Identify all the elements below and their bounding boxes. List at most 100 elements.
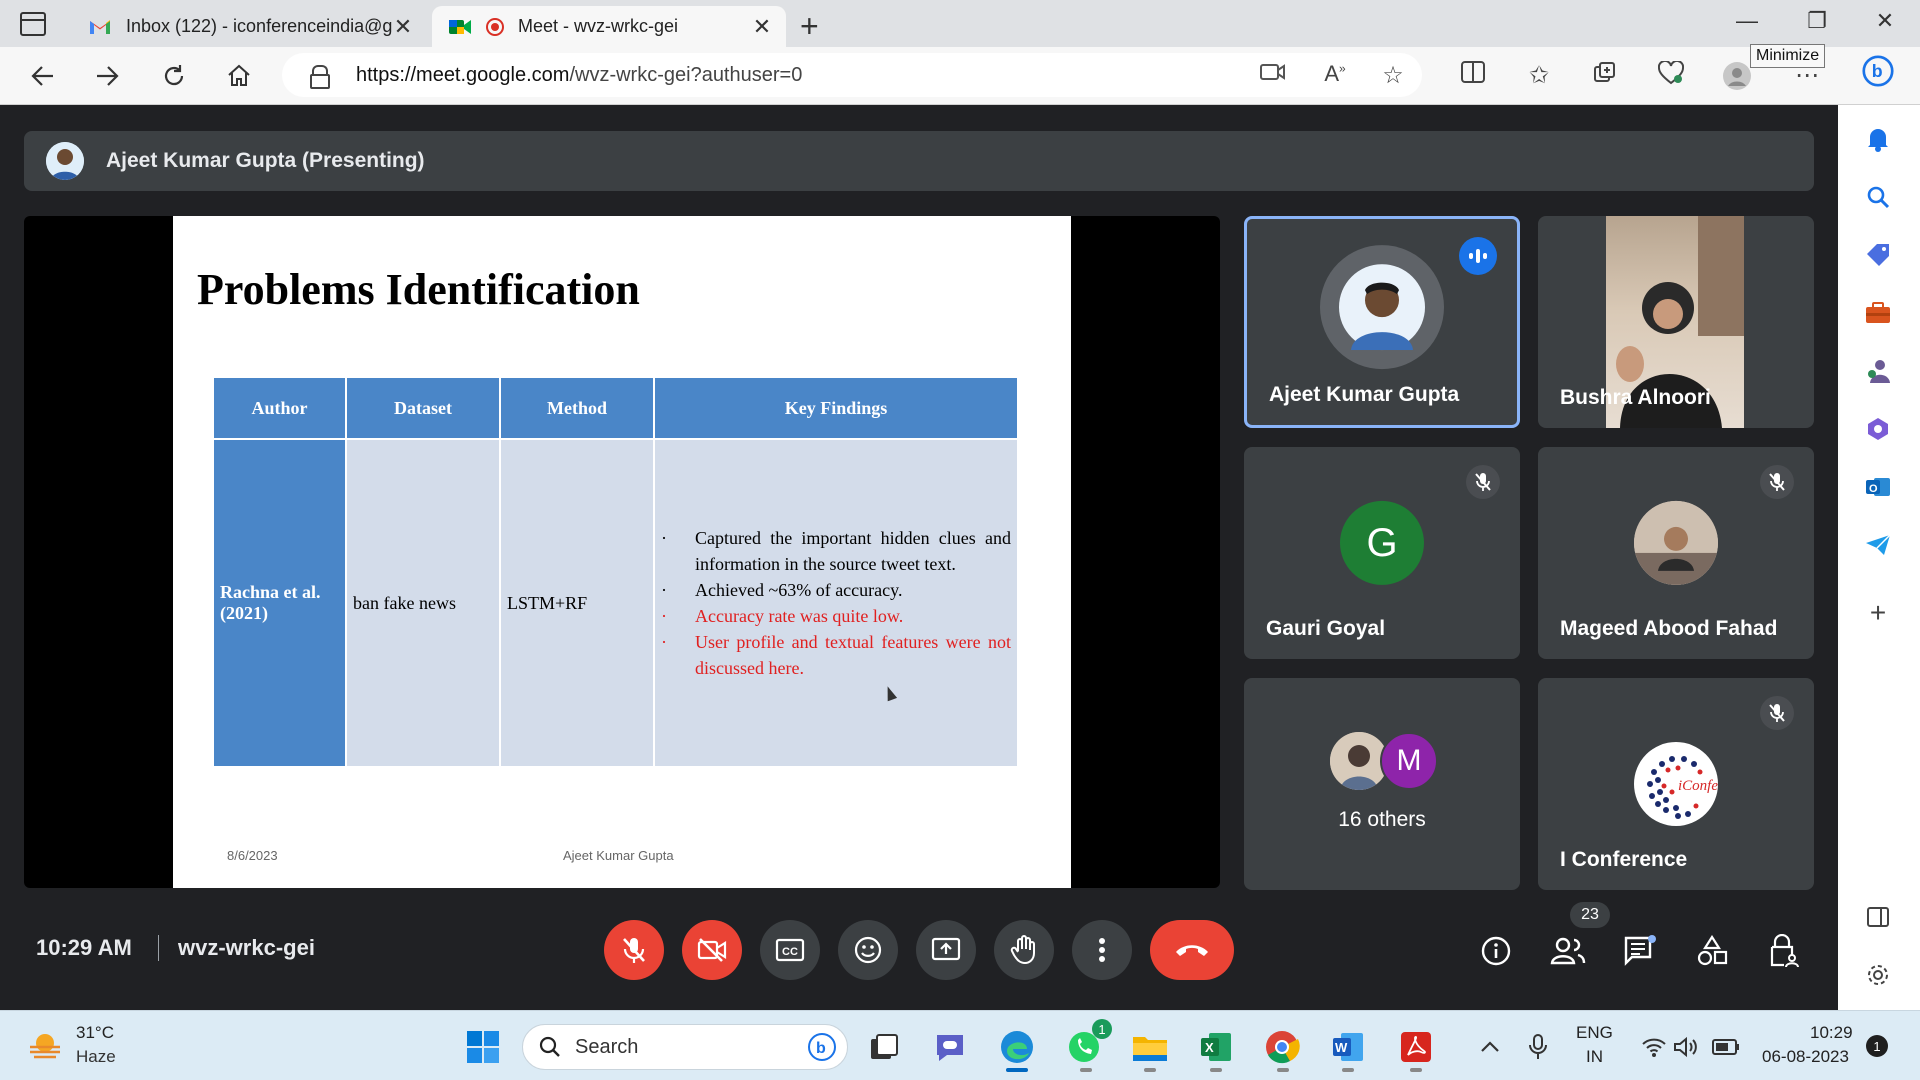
close-window-button[interactable]: ✕ [1870,8,1900,38]
clock-time[interactable]: 10:29 [1810,1023,1853,1043]
participant-tile-mageed[interactable]: Mageed Abood Fahad [1538,447,1814,659]
microsoft-365-icon[interactable] [1862,413,1894,445]
task-view-button[interactable] [864,1027,904,1067]
chrome-app[interactable] [1262,1027,1302,1067]
chevron-up-icon [1481,1041,1499,1052]
meeting-details-button[interactable] [1476,931,1516,971]
teams-chat-app[interactable] [930,1027,970,1067]
notifications-bell-icon[interactable] [1862,123,1894,155]
chrome-icon [1266,1031,1300,1064]
activities-button[interactable] [1692,931,1732,971]
others-count-label: 16 others [1338,808,1426,831]
favorites-icon[interactable]: ✩ [1524,61,1554,90]
clock-date[interactable]: 06-08-2023 [1762,1047,1849,1067]
participant-tile-ajeet[interactable]: Ajeet Kumar Gupta [1244,216,1520,428]
close-tab-icon[interactable]: ✕ [393,14,413,40]
browser-essentials-icon[interactable] [1656,59,1686,92]
back-button[interactable] [26,59,60,93]
participant-count-badge: 23 [1570,902,1610,928]
chat-icon [1624,935,1656,966]
divider [158,935,159,961]
raise-hand-button[interactable] [994,920,1054,980]
games-icon[interactable] [1862,355,1894,387]
edge-sidebar: b O + [1838,55,1920,1010]
volume-icon [1674,1036,1697,1058]
camera-off-icon [697,938,727,962]
table-row: Rachna et al. (2021) ban fake news LSTM+… [212,438,1019,768]
browser-toolbar: https://meet.google.com/wvz-wrkc-gei?aut… [0,47,1920,105]
minimize-button[interactable]: — [1732,8,1762,38]
input-region[interactable]: IN [1586,1047,1603,1067]
slide-date: 8/6/2023 [227,848,278,863]
speaking-indicator-icon [1459,237,1497,275]
file-explorer-app[interactable] [1130,1027,1170,1067]
captions-button[interactable]: CC [760,920,820,980]
weather-condition: Haze [76,1047,116,1066]
microphone-in-use-button[interactable] [1518,1027,1558,1067]
lock-person-icon [1770,934,1799,968]
profile-avatar-icon[interactable] [1722,61,1752,98]
search-icon[interactable] [1862,181,1894,213]
participant-tile-gauri[interactable]: G Gauri Goyal [1244,447,1520,659]
battery-button[interactable] [1706,1027,1746,1067]
lock-icon[interactable] [310,65,330,89]
others-avatar-initial: M [1380,732,1438,790]
host-controls-button[interactable] [1764,931,1804,971]
chat-button[interactable] [1620,931,1660,971]
excel-app[interactable]: X [1196,1027,1236,1067]
forward-button[interactable] [90,59,124,93]
reactions-button[interactable] [838,920,898,980]
microphone-icon [1529,1034,1547,1059]
tools-briefcase-icon[interactable] [1862,297,1894,329]
svg-text:X: X [1205,1040,1214,1055]
show-hidden-icons-button[interactable] [1470,1027,1510,1067]
new-tab-button[interactable]: + [800,8,819,45]
outlook-icon[interactable]: O [1862,471,1894,503]
home-button[interactable] [222,59,256,93]
favorite-star-icon[interactable]: ☆ [1378,61,1408,90]
leave-call-button[interactable] [1150,920,1234,980]
present-now-button[interactable] [916,920,976,980]
bing-copilot-icon[interactable]: b [1862,55,1894,87]
notification-count-badge[interactable]: 1 [1866,1035,1888,1057]
participant-tile-bushra[interactable]: Bushra Alnoori [1538,216,1814,428]
add-sidebar-app-icon[interactable]: + [1862,597,1894,629]
acrobat-app[interactable] [1396,1027,1436,1067]
volume-button[interactable] [1666,1027,1706,1067]
word-app[interactable]: W [1328,1027,1368,1067]
participant-tile-others[interactable]: M 16 others [1244,678,1520,890]
toggle-microphone-button[interactable] [604,920,664,980]
iconference-logo: iConfer [1634,742,1718,826]
start-button[interactable] [463,1027,503,1067]
split-screen-icon[interactable] [1458,61,1488,90]
read-aloud-icon[interactable]: A» [1320,61,1350,87]
gmail-icon [90,19,110,34]
more-options-button[interactable] [1072,920,1132,980]
participant-tile-iconference[interactable]: iConfer I Conference [1538,678,1814,890]
tab-google-meet[interactable]: Meet - wvz-wrkc-gei ✕ [432,6,786,47]
sidebar-settings-gear-icon[interactable] [1862,959,1894,991]
shopping-tag-icon[interactable] [1862,239,1894,271]
input-language[interactable]: ENG [1576,1023,1613,1043]
reload-button[interactable] [157,59,191,93]
send-telegram-icon[interactable] [1862,529,1894,561]
collections-icon[interactable] [1590,61,1620,92]
word-icon: W [1333,1033,1363,1061]
taskbar-search[interactable]: Search b [522,1024,848,1070]
people-button[interactable] [1548,931,1588,971]
edge-app[interactable] [997,1027,1037,1067]
weather-widget[interactable]: 31°C Haze [0,1011,140,1080]
camera-in-use-icon[interactable] [1258,61,1288,89]
finding-item: Captured the important hidden clues and … [655,525,1011,577]
whatsapp-app[interactable]: 1 [1064,1019,1112,1067]
restore-button[interactable]: ❐ [1802,8,1832,38]
mic-off-icon [623,938,645,963]
tab-actions-icon[interactable] [20,12,46,36]
participant-name: Ajeet Kumar Gupta [1269,383,1460,406]
address-bar[interactable]: https://meet.google.com/wvz-wrkc-gei?aut… [282,53,1422,97]
presentation-slide: Problems Identification Author Dataset M… [173,216,1071,888]
close-tab-icon[interactable]: ✕ [752,14,772,40]
tab-gmail-inbox[interactable]: Inbox (122) - iconferenceindia@g ✕ [72,6,427,47]
hide-sidebar-icon[interactable] [1862,901,1894,933]
toggle-camera-button[interactable] [682,920,742,980]
